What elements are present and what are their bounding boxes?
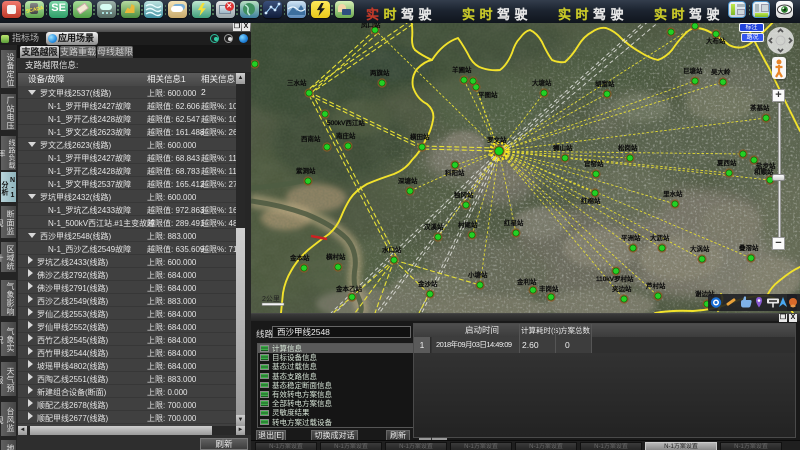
svg-text:红棉站: 红棉站 (581, 196, 601, 205)
svg-text:南庄站: 南庄站 (336, 131, 356, 140)
svg-text:横村站: 横村站 (326, 252, 346, 261)
svg-text:金沙站: 金沙站 (418, 279, 438, 288)
svg-text:巨塘站: 巨塘站 (683, 66, 703, 75)
svg-text:大沥站: 大沥站 (650, 233, 670, 242)
svg-text:里水站: 里水站 (663, 189, 683, 198)
svg-text:深塘站: 深塘站 (398, 176, 418, 185)
svg-text:金本乙站: 金本乙站 (336, 284, 363, 293)
svg-text:平洲站: 平洲站 (621, 233, 641, 242)
svg-text:横田站: 横田站 (410, 132, 430, 141)
svg-text:红星站: 红星站 (504, 218, 524, 227)
svg-text:茶基站: 茶基站 (750, 103, 770, 112)
svg-text:大涡站: 大涡站 (690, 244, 710, 253)
svg-text:水口站: 水口站 (382, 245, 402, 254)
svg-text:夹边站: 夹边站 (612, 284, 632, 293)
svg-text:小塘站: 小塘站 (468, 270, 488, 279)
svg-text:吴大岭: 吴大岭 (711, 67, 731, 76)
svg-text:独冈站: 独冈站 (454, 190, 474, 199)
svg-text:官窑站: 官窑站 (584, 159, 604, 168)
svg-text:胡富站: 胡富站 (595, 79, 615, 88)
svg-text:紫洞站: 紫洞站 (296, 166, 316, 175)
svg-text:叠滘站: 叠滘站 (739, 243, 759, 252)
svg-text:夏西站: 夏西站 (717, 158, 737, 167)
svg-text:金本站: 金本站 (290, 253, 310, 262)
svg-text:500kV西江站: 500kV西江站 (327, 118, 365, 127)
svg-text:110kV罗村站: 110kV罗村站 (596, 274, 634, 283)
svg-text:科阳站: 科阳站 (445, 168, 465, 177)
svg-text:汉溪站: 汉溪站 (424, 222, 444, 231)
svg-text:大塘站: 大塘站 (532, 78, 552, 87)
svg-text:平图站: 平图站 (478, 90, 498, 99)
svg-text:金利站: 金利站 (517, 277, 537, 286)
svg-text:2公里: 2公里 (262, 295, 280, 303)
svg-text:盐步站: 盐步站 (756, 161, 776, 170)
svg-text:芦村站: 芦村站 (646, 281, 666, 290)
svg-text:大布站: 大布站 (706, 36, 726, 45)
svg-text:羊圃站: 羊圃站 (452, 65, 472, 74)
svg-text:凤口站: 凤口站 (361, 23, 381, 29)
svg-text:村尾站: 村尾站 (458, 220, 478, 229)
svg-text:西南站: 西南站 (301, 134, 321, 143)
svg-text:三水站: 三水站 (287, 78, 307, 87)
svg-text:丰岗站: 丰岗站 (539, 284, 559, 293)
svg-text:两旗站: 两旗站 (370, 68, 390, 77)
svg-text:松岗站: 松岗站 (618, 143, 638, 152)
svg-text:狮山站: 狮山站 (553, 143, 573, 152)
svg-text:罗文站: 罗文站 (487, 135, 507, 144)
